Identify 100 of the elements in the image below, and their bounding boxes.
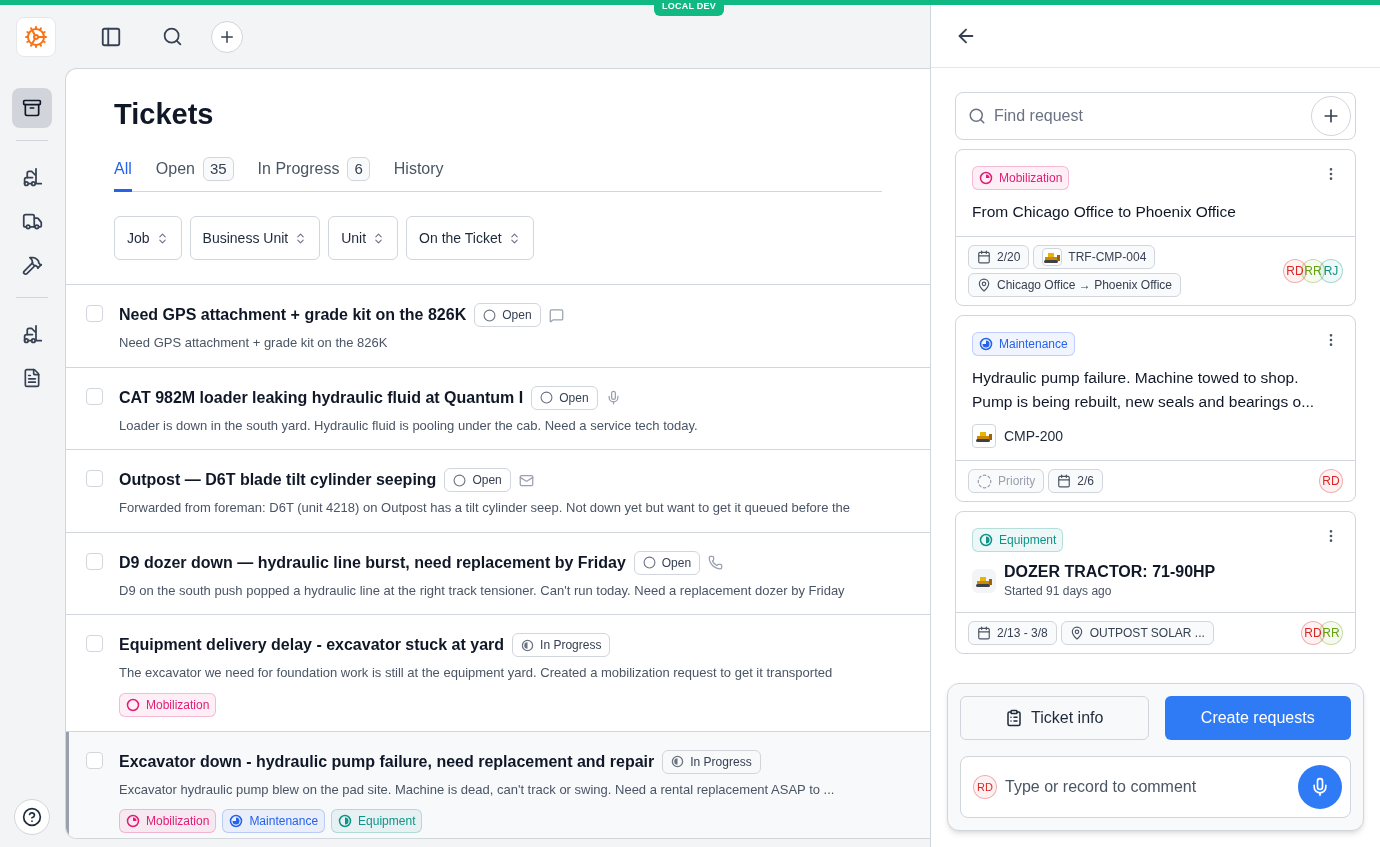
filter-dropdown[interactable]: Unit (328, 216, 399, 260)
search-input[interactable]: Find request (994, 104, 1303, 128)
tab[interactable]: Open 35 (155, 156, 234, 192)
filter-dropdown[interactable]: Business Unit (189, 216, 321, 260)
tab-label: All (114, 158, 132, 179)
gear-icon (24, 24, 48, 49)
pie-icon (979, 171, 993, 185)
ticket-row[interactable]: Need GPS attachment + grade kit on the 826K Open Need GPS attachment + grade kit on the 826K (66, 285, 930, 368)
calendar-icon (1057, 474, 1072, 488)
request-title: Hydraulic pump failure. Machine towed to shop. Pump is being rebuilt, new seals and bearings o... (972, 368, 1316, 412)
box-icon (22, 98, 42, 118)
calendar-icon (977, 250, 991, 264)
search-icon (968, 107, 986, 125)
tab[interactable]: In Progress 6 (257, 156, 370, 192)
open-status-icon (483, 308, 497, 322)
half-circle-icon (671, 755, 685, 768)
category-tag: Mobilization (972, 166, 1070, 190)
category-tag: Mobilization (119, 692, 217, 717)
ticket-title: CAT 982M loader leaking hydraulic fluid at Quantum I (119, 387, 524, 408)
half-circle-icon (338, 814, 353, 828)
phone-icon (708, 555, 724, 570)
user-avatar: RD (1319, 469, 1343, 493)
nav-item[interactable] (12, 88, 52, 128)
location-pin-icon (1069, 626, 1084, 640)
microphone-icon (1310, 777, 1330, 797)
tab-label: In Progress (257, 158, 340, 179)
tab-label: Open (155, 158, 195, 179)
ticket-title: Need GPS attachment + grade kit on the 826K (119, 305, 467, 325)
hammer-icon (21, 254, 43, 276)
row-checkbox[interactable] (86, 751, 103, 769)
info-chip[interactable]: OUTPOST SOLAR ... (1060, 621, 1214, 645)
category-tag: Equipment (972, 528, 1064, 552)
row-checkbox[interactable] (86, 635, 103, 652)
comment-field[interactable]: RD Type or record to comment (960, 756, 1351, 818)
status-badge: Open (633, 550, 701, 575)
comment-input[interactable]: Type or record to comment (1005, 775, 1290, 799)
info-chip[interactable]: 2/20 (968, 245, 1030, 269)
row-checkbox[interactable] (86, 552, 103, 570)
row-checkbox[interactable] (86, 387, 103, 405)
bulldozer-icon (976, 575, 992, 587)
app-logo[interactable] (16, 16, 56, 57)
count-badge: 35 (202, 156, 234, 181)
category-tag: Maintenance (222, 809, 326, 833)
microphone-icon (605, 390, 621, 405)
ticket-row[interactable]: D9 dozer down — hydraulic line burst, need replacement by Friday Open D9 on the south push popped a hydraulic line at the right track tensioner. Can't run today. Need a replacement dozer by Friday (66, 532, 930, 615)
ticket-description: Forwarded from foreman: D6T (unit 4218) on Outpost has a tilt cylinder seep. Not down yet but want to get it queued before the (119, 499, 851, 517)
forklift-icon (21, 166, 43, 188)
clipboard-icon (1005, 709, 1024, 727)
request-card[interactable]: Maintenance Hydraulic pump failure. Machine towed to shop. Pump is being rebuilt, new seals and bearings o... CMP-200 Priority 2/6 RD (955, 315, 1356, 502)
ticket-description: Excavator hydraulic pump blew on the pad site. Machine is dead, can't track or swing. Need a rental replacement ASAP to ... (119, 780, 835, 799)
row-checkbox[interactable] (86, 305, 103, 322)
row-checkbox[interactable] (86, 470, 103, 487)
half-circle-icon (521, 638, 535, 652)
ticket-row[interactable] (66, 731, 930, 838)
sidebar-icon (100, 25, 122, 48)
filter-dropdown[interactable]: On the Ticket (406, 216, 534, 260)
ticket-info-button[interactable]: Ticket info (960, 696, 1149, 740)
tab[interactable]: History (393, 156, 444, 192)
ticket-row[interactable]: Outpost — D6T blade tilt cylinder seeping Open Forwarded from foreman: D6T (unit 4218) on Outpost has a tilt cylinder seep. Not down yet but want to get it queued before the (66, 450, 930, 533)
tab[interactable]: All (114, 156, 132, 192)
ticket-row[interactable]: CAT 982M loader leaking hydraulic fluid at Quantum I Open Loader is down in the south yard. Hydraulic fluid is pooling under the cab. Need a service tech today. (66, 367, 930, 450)
chat-icon (548, 307, 564, 323)
help-button[interactable] (14, 799, 50, 835)
environment-badge: LOCAL DEV (654, 0, 724, 16)
equipment-started: Started 91 days ago (1004, 583, 1113, 600)
request-card[interactable]: Mobilization From Chicago Office to Phoenix Office 2/20 TRF-CMP-004 Chicago Office → Phoenix Office RDRR RJ (955, 149, 1356, 306)
filter-dropdown[interactable]: Job (114, 216, 182, 260)
add-button[interactable] (211, 20, 243, 53)
open-status-icon (540, 391, 554, 404)
ticket-description: Need GPS attachment + grade kit on the 826K (119, 334, 389, 352)
request-title: From Chicago Office to Phoenix Office (972, 202, 1237, 222)
pie-icon (979, 337, 993, 351)
category-tag: Mobilization (119, 809, 217, 833)
info-chip[interactable]: 2/13 - 3/8 (968, 621, 1057, 645)
pie-icon (126, 814, 140, 828)
request-card[interactable]: Equipment DOZER TRACTOR: 71-90HP Started 91 days ago 2/13 - 3/8 OUTPOST SOLAR ... RDRR (955, 511, 1356, 654)
open-status-icon (453, 473, 467, 487)
info-chip[interactable]: TRF-CMP-004 (1033, 245, 1156, 269)
info-chip[interactable]: 2/6 (1048, 469, 1104, 493)
search-field[interactable]: Find request (955, 92, 1356, 140)
ticket-description: Loader is down in the south yard. Hydraulic fluid is pooling under the cab. Need a service tech today. (119, 416, 698, 435)
record-button[interactable] (1298, 765, 1342, 809)
unit-label: CMP-200 (1004, 426, 1064, 446)
user-avatar: RD (973, 775, 997, 799)
create-requests-button[interactable]: Create requests (1164, 696, 1351, 740)
status-badge: In Progress (512, 633, 611, 657)
info-chip[interactable]: Chicago Office → Phoenix Office (968, 273, 1181, 297)
help-icon (22, 807, 42, 827)
status-badge: Open (444, 468, 511, 492)
circle-icon (126, 697, 140, 712)
document-icon (22, 368, 42, 388)
page-title: Tickets (114, 97, 215, 132)
count-badge: 6 (347, 156, 370, 181)
category-tag: Equipment (331, 809, 423, 833)
ticket-description: D9 on the south push popped a hydraulic line at the right track tensioner. Can't run today. Need a replacement dozer by Friday (119, 581, 845, 600)
half-circle-icon (979, 533, 993, 547)
status-badge: Open (474, 303, 541, 327)
calendar-icon (977, 626, 991, 640)
ticket-description: The excavator we need for foundation work is still at the equipment yard. Created a mobilization request to get it transported (119, 664, 833, 682)
status-badge: Open (531, 385, 598, 410)
